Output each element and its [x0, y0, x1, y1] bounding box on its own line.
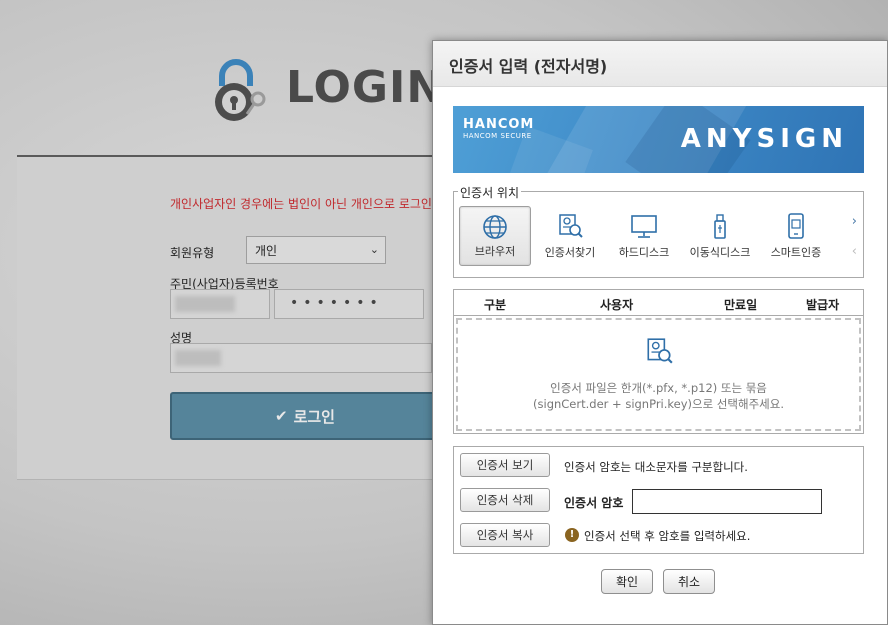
location-legend: 인증서 위치 [458, 184, 522, 201]
location-label: 브라우저 [474, 245, 516, 258]
certificate-table: 구분 사용자 만료일 발급자 인증서 파일은 한개(*.pfx, *.p12) … [453, 289, 864, 434]
password-note: 인증서 암호는 대소문자를 구분합니다. [564, 460, 748, 474]
next-arrow-icon[interactable]: › [852, 214, 857, 229]
location-removable-disk[interactable]: 이동식디스크 [684, 206, 756, 266]
certificate-dialog: 인증서 입력 (전자서명) HANCOM HANCOM SECURE ANYSI… [432, 40, 888, 625]
location-browser[interactable]: 브라우저 [459, 206, 531, 266]
reg-no-masked-value: ••••••• [290, 295, 383, 311]
hancom-logo: HANCOM [463, 117, 535, 132]
drop-line-1: 인증서 파일은 한개(*.pfx, *.p12) 또는 묶음 [550, 381, 767, 395]
globe-icon [483, 215, 507, 239]
cert-search-icon [647, 338, 673, 364]
location-label: 이동식디스크 [689, 246, 751, 259]
location-label: 인증서찾기 [544, 246, 596, 259]
password-label: 인증서 암호 [564, 496, 624, 510]
location-label: 하드디스크 [618, 246, 670, 259]
name-input[interactable] [170, 343, 432, 373]
certificate-location-group: 인증서 위치 브라우저 인증서찾기 하드디스크 이동식디스크 스마트인증 › ‹ [453, 184, 864, 278]
dialog-title: 인증서 입력 (전자서명) [433, 41, 887, 87]
drop-line-2: (signCert.der + signPri.key)으로 선택해주세요. [533, 397, 784, 411]
password-area: 인증서 보기 인증서 삭제 인증서 복사 인증서 암호는 대소문자를 구분합니다… [453, 446, 864, 554]
blurred-value [175, 350, 221, 366]
table-header: 구분 사용자 만료일 발급자 [454, 290, 863, 316]
chevron-down-icon: ⌄ [369, 243, 379, 256]
location-smart-auth[interactable]: 스마트인증 [760, 206, 832, 266]
anysign-title: ANYSIGN [680, 124, 848, 154]
password-warning: 인증서 선택 후 암호를 입력하세요. [584, 529, 751, 543]
prev-arrow-icon[interactable]: ‹ [852, 244, 857, 259]
member-type-label: 회원유형 [170, 246, 215, 260]
monitor-icon [631, 215, 657, 238]
login-button-label: 로그인 [293, 407, 335, 426]
login-title: LOGIN [286, 62, 445, 113]
hancom-secure-text: HANCOM SECURE [463, 132, 532, 140]
smartphone-icon [788, 213, 804, 239]
reg-no-first-input[interactable] [170, 289, 270, 319]
cert-search-icon [559, 214, 583, 238]
member-type-select[interactable]: 개인 ⌄ [246, 236, 386, 264]
ok-button[interactable]: 확인 [601, 569, 653, 594]
blurred-value [175, 296, 235, 312]
anysign-banner: HANCOM HANCOM SECURE ANYSIGN [453, 106, 864, 173]
login-button[interactable]: ✔ 로그인 [170, 392, 440, 440]
column-header: 사용자 [600, 298, 634, 312]
warning-icon: ! [565, 528, 579, 542]
certificate-drop-zone[interactable]: 인증서 파일은 한개(*.pfx, *.p12) 또는 묶음 (signCert… [456, 318, 861, 431]
location-hard-disk[interactable]: 하드디스크 [608, 206, 680, 266]
usb-icon [714, 214, 726, 239]
column-header: 발급자 [806, 298, 840, 312]
check-icon: ✔ [275, 407, 288, 425]
location-label: 스마트인증 [770, 246, 822, 259]
notice-text: 개인사업자인 경우에는 법인이 아닌 개인으로 로그인 바랍니다. [170, 197, 435, 211]
delete-cert-button[interactable]: 인증서 삭제 [460, 488, 550, 512]
column-header: 구분 [484, 298, 507, 312]
drop-instructions: 인증서 파일은 한개(*.pfx, *.p12) 또는 묶음 (signCert… [458, 380, 859, 412]
lock-key-icon [215, 59, 266, 121]
location-find-cert[interactable]: 인증서찾기 [534, 206, 606, 266]
column-header: 만료일 [724, 298, 758, 312]
cancel-button[interactable]: 취소 [663, 569, 715, 594]
password-input[interactable] [632, 489, 822, 514]
copy-cert-button[interactable]: 인증서 복사 [460, 523, 550, 547]
view-cert-button[interactable]: 인증서 보기 [460, 453, 550, 477]
member-type-value: 개인 [255, 244, 278, 258]
